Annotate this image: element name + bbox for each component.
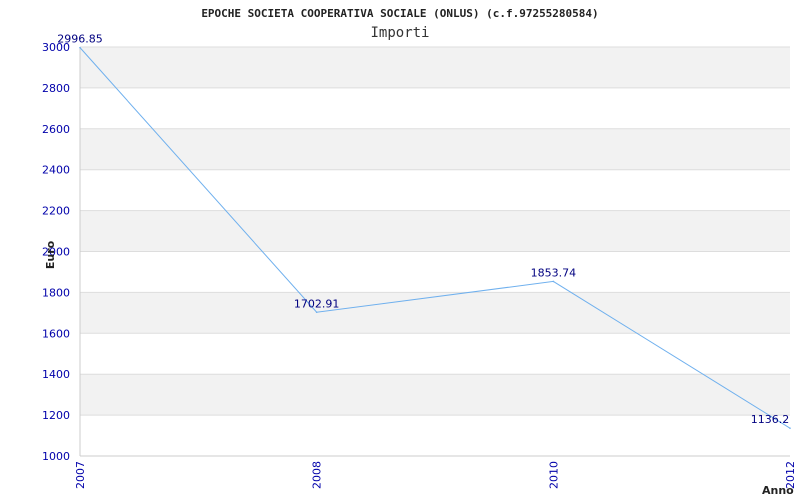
line-chart: EPOCHE SOCIETA COOPERATIVA SOCIALE (ONLU… bbox=[42, 7, 797, 497]
grid-band bbox=[80, 47, 790, 88]
y-tick-label: 2800 bbox=[42, 82, 70, 95]
grid-band bbox=[80, 128, 790, 170]
grid-band bbox=[80, 374, 790, 416]
y-tick-label: 1000 bbox=[42, 450, 70, 463]
data-label: 2996.85 bbox=[57, 33, 103, 46]
x-tick-label: 2010 bbox=[547, 461, 560, 489]
y-axis-label: Euro bbox=[44, 240, 57, 269]
x-axis-label: Anno bbox=[762, 484, 794, 497]
x-tick-label: 2007 bbox=[74, 461, 87, 489]
grid-band bbox=[80, 210, 790, 252]
grid-bands bbox=[80, 47, 790, 416]
y-tick-label: 2200 bbox=[42, 205, 70, 218]
data-label: 1853.74 bbox=[531, 266, 577, 279]
data-label: 1702.91 bbox=[294, 297, 340, 310]
chart-title: EPOCHE SOCIETA COOPERATIVA SOCIALE (ONLU… bbox=[201, 7, 598, 20]
x-tick-labels: 2007 2008 2010 2012 bbox=[74, 461, 797, 489]
data-point bbox=[79, 46, 81, 49]
data-point bbox=[315, 311, 318, 314]
chart-subtitle: Importi bbox=[370, 25, 429, 41]
y-tick-label: 2600 bbox=[42, 123, 70, 136]
y-tick-label: 2400 bbox=[42, 164, 70, 177]
grid-band bbox=[80, 292, 790, 334]
data-point bbox=[789, 427, 791, 429]
y-tick-label: 1400 bbox=[42, 368, 70, 381]
data-label: 1136.2 bbox=[751, 413, 790, 426]
x-tick-label: 2008 bbox=[311, 461, 324, 489]
y-tick-label: 1600 bbox=[42, 327, 70, 340]
data-point bbox=[552, 280, 555, 283]
y-tick-label: 1200 bbox=[42, 409, 70, 422]
y-tick-label: 1800 bbox=[42, 286, 70, 299]
